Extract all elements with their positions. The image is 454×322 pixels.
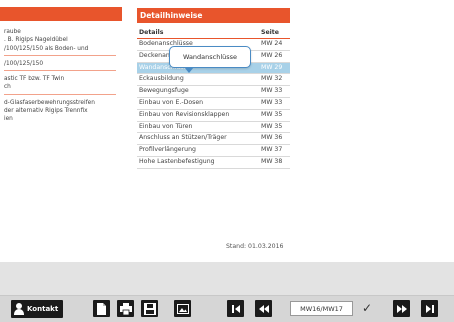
left-text-line: astic TF bzw. TF Twin (4, 76, 65, 83)
first-page-button[interactable] (227, 300, 244, 317)
image-icon (176, 303, 189, 314)
row-detail: Einbau von Türen (139, 122, 193, 130)
row-detail: Hohe Lastenbefestigung (139, 157, 215, 165)
row-detail: Einbau von Revisionsklappen (139, 110, 230, 118)
left-text-line: d-Glasfaserbewehrungsstreifen (4, 99, 95, 106)
last-page-button[interactable] (421, 300, 438, 317)
table-row[interactable]: Bewegungsfuge MW 33 (137, 86, 290, 98)
left-text-line: raube (4, 29, 21, 35)
fast-forward-button[interactable] (393, 300, 410, 317)
divider (4, 70, 116, 72)
row-detail: Bewegungsfuge (139, 87, 189, 95)
row-detail: Einbau von E.-Dosen (139, 98, 204, 106)
table-row[interactable]: Einbau von Türen MW 35 (137, 122, 290, 134)
detail-hints-panel: Detailhinweise Details Seite Bodenanschl… (137, 8, 290, 169)
row-page: MW 35 (261, 122, 283, 130)
left-text-line: der alternativ Rigips Trennfix (4, 108, 88, 115)
divider (4, 54, 116, 56)
image-button[interactable] (174, 300, 191, 317)
left-text-line: ien (4, 116, 13, 123)
tooltip-popup: Wandanschlüsse (169, 46, 251, 73)
row-detail: Anschluss an Stützen/Träger (139, 134, 227, 142)
row-page: MW 35 (261, 110, 283, 118)
row-page: MW 36 (261, 134, 283, 142)
left-text-line: /100/125/150 (4, 60, 44, 67)
left-text-line: . B. Rigips Nageldübel (4, 37, 68, 44)
column-header-details: Details (139, 29, 164, 36)
save-button[interactable] (141, 300, 158, 317)
table-row[interactable]: Profilverlängerung MW 37 (137, 145, 290, 157)
table-row[interactable]: Einbau von E.-Dosen MW 33 (137, 98, 290, 110)
table-row[interactable]: Hohe Lastenbefestigung MW 38 (137, 157, 290, 169)
row-detail: Eckausbildung (139, 75, 184, 83)
print-button[interactable] (117, 300, 134, 317)
table-header: Details Seite (137, 27, 290, 39)
row-page: MW 38 (261, 157, 283, 165)
save-icon (143, 302, 156, 315)
first-page-icon (231, 304, 240, 313)
row-page: MW 29 (261, 63, 283, 71)
date-stamp: Stand: 01.03.2016 (226, 243, 284, 250)
last-page-icon (425, 304, 434, 313)
fast-forward-icon (396, 304, 407, 313)
table-row[interactable]: Anschluss an Stützen/Träger MW 36 (137, 133, 290, 146)
table-row[interactable]: Eckausbildung MW 32 (137, 74, 290, 87)
viewer-gray-area (0, 262, 454, 295)
kontakt-label: Kontakt (27, 305, 59, 313)
rewind-button[interactable] (255, 300, 272, 317)
row-page: MW 24 (261, 40, 283, 47)
row-page: MW 33 (261, 87, 283, 95)
left-text-block: raube . B. Rigips Nageldübel /100/125/15… (4, 28, 122, 124)
panel-title: Detailhinweise (137, 8, 290, 23)
divider (4, 93, 116, 95)
left-text-line: ch (4, 84, 11, 91)
left-content-column: raube . B. Rigips Nageldübel /100/125/15… (0, 0, 125, 262)
row-page: MW 37 (261, 146, 283, 154)
document-icon (97, 302, 106, 315)
left-text-line: /100/125/150 als Boden- und (4, 45, 89, 52)
column-header-seite: Seite (261, 29, 279, 36)
row-page: MW 32 (261, 75, 283, 83)
page-input[interactable]: MW16/MW17 (290, 301, 353, 316)
rewind-icon (258, 304, 269, 313)
document-button[interactable] (93, 300, 110, 317)
row-page: MW 33 (261, 98, 283, 106)
kontakt-button[interactable]: Kontakt (11, 300, 64, 318)
table-row[interactable]: Einbau von Revisionsklappen MW 35 (137, 110, 290, 122)
left-header-bar (0, 7, 122, 21)
row-page: MW 26 (261, 51, 283, 59)
confirm-check-icon[interactable]: ✓ (362, 301, 372, 315)
print-icon (119, 302, 132, 315)
row-detail: Profilverlängerung (139, 146, 196, 154)
person-icon (14, 303, 24, 315)
bottom-toolbar: Kontakt MW16/MW17 ✓ (0, 295, 454, 322)
